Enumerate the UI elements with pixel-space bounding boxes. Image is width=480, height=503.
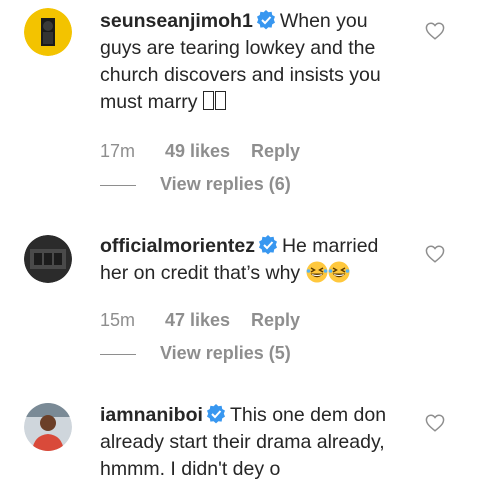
avatar[interactable] [24,8,72,56]
reply-button[interactable]: Reply [251,141,300,162]
replies-divider [100,184,136,186]
username[interactable]: iamnaniboi [100,404,203,426]
avatar-image-iamnaniboi [24,403,72,451]
username[interactable]: officialmorientez [100,235,255,257]
heart-icon[interactable] [425,22,445,40]
username[interactable]: seunseanjimoh1 [100,10,253,32]
timestamp: 15m [100,310,136,330]
verified-badge-icon [256,10,275,30]
avatar[interactable] [24,403,72,451]
grinning-squinting-face-icon [328,261,350,283]
replies-divider [100,353,136,355]
comment-text: seunseanjimoh1 When you guys are tearing … [100,8,400,116]
comment-text: officialmorientez He married her on credi… [100,233,400,287]
grinning-squinting-face-icon [306,261,328,283]
likes-count[interactable]: 49 likes [165,141,251,162]
comment-text: iamnaniboi This one dem don already start… [100,402,400,483]
avatar-image-officialmorientez [24,235,72,283]
timestamp: 17m [100,141,136,161]
view-replies[interactable]: View replies (5) [100,343,291,364]
comment-meta: 17m 49 likes Reply [100,141,300,162]
view-replies[interactable]: View replies (6) [100,174,291,195]
view-replies-label[interactable]: View replies (5) [160,343,291,363]
avatar-image-seunseanjimoh1 [24,8,72,56]
likes-count[interactable]: 47 likes [165,310,251,331]
heart-icon[interactable] [425,414,445,432]
verified-badge-icon [258,235,277,255]
comment-meta: 15m 47 likes Reply [100,310,300,331]
unsupported-glyphs [202,91,227,113]
view-replies-label[interactable]: View replies (6) [160,174,291,194]
heart-icon[interactable] [425,245,445,263]
avatar[interactable] [24,235,72,283]
verified-badge-icon [206,404,225,424]
reply-button[interactable]: Reply [251,310,300,331]
